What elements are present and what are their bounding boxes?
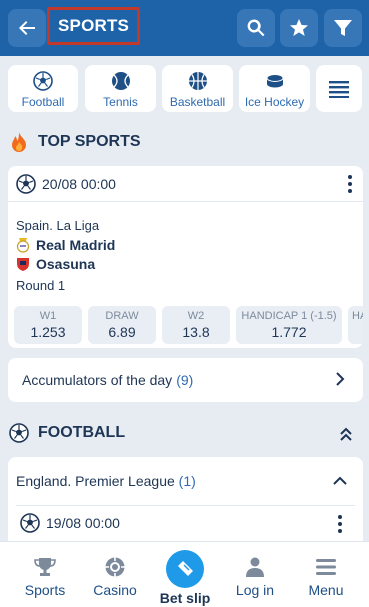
double-chevron-up-icon[interactable]: [339, 426, 353, 442]
all-sports-menu-button[interactable]: [316, 65, 362, 112]
user-icon: [246, 557, 264, 577]
page-title: SPORTS: [47, 7, 141, 45]
nav-label: Sports: [24, 582, 66, 598]
chevron-up-icon[interactable]: [333, 475, 347, 487]
odd-label: W2: [187, 310, 205, 322]
more-options-icon[interactable]: [347, 175, 353, 193]
tennis-icon: [111, 72, 130, 90]
league-row-count: (1): [178, 473, 196, 489]
tab-label: Ice Hockey: [244, 95, 305, 109]
casino-chip-icon: [105, 557, 125, 577]
star-icon: [290, 19, 308, 36]
football-heading: FOOTBALL: [8, 422, 125, 444]
nav-menu[interactable]: Menu: [300, 542, 352, 607]
chevron-right-icon: [336, 372, 345, 386]
odd-label: W1: [39, 310, 57, 322]
fire-icon: [8, 131, 30, 153]
nav-log-in[interactable]: Log in: [230, 542, 280, 607]
tab-football[interactable]: Football: [8, 65, 78, 112]
tab-tennis[interactable]: Tennis: [85, 65, 156, 112]
hamburger-menu-icon: [316, 559, 336, 575]
home-team: Real Madrid: [16, 237, 115, 253]
odd-label: HANDICAP 1 (-1.5): [241, 310, 337, 322]
football-icon: [16, 173, 36, 194]
more-options-icon[interactable]: [337, 515, 343, 533]
match-datetime: 19/08 00:00: [46, 515, 120, 531]
league-name: Spain. La Liga: [16, 218, 100, 233]
away-team: Osasuna: [16, 256, 95, 272]
arrow-left-icon: [19, 21, 35, 35]
search-button[interactable]: [237, 9, 275, 47]
odd-handicap[interactable]: HANDICAP 1 (-1.5) 1.772: [236, 306, 342, 344]
odd-w1[interactable]: W1 1.253: [14, 306, 82, 344]
odd-value: 1.253: [30, 324, 66, 340]
osasuna-crest-icon: [17, 258, 29, 271]
basketball-icon: [188, 72, 207, 90]
home-team-name: Real Madrid: [36, 237, 116, 253]
tab-label: Tennis: [103, 95, 138, 109]
ice-hockey-icon: [266, 74, 283, 88]
back-button[interactable]: [8, 9, 46, 47]
nav-sports[interactable]: Sports: [20, 542, 70, 607]
nav-label: Menu: [308, 582, 344, 598]
trophy-icon: [34, 558, 56, 576]
league-row-label: England. Premier League: [16, 473, 175, 489]
top-bar: SPORTS: [0, 0, 369, 56]
favorites-button[interactable]: [280, 9, 318, 47]
real-madrid-crest-icon: [16, 238, 30, 253]
match-header: 20/08 00:00: [8, 166, 363, 202]
bottom-navigation: Sports Casino Bet slip Log in Menu: [0, 541, 369, 607]
section-title-text: TOP SPORTS: [38, 133, 141, 150]
league-card: England. Premier League (1) 19/08 00:00: [8, 457, 363, 549]
odd-handicap-2[interactable]: HA: [348, 306, 363, 344]
accumulators-count: (9): [176, 372, 194, 388]
accumulators-label: Accumulators of the day: [22, 372, 173, 388]
tab-label: Basketball: [169, 95, 226, 109]
odd-draw[interactable]: DRAW 6.89: [88, 306, 156, 344]
football-icon: [8, 422, 30, 444]
tab-basketball[interactable]: Basketball: [162, 65, 233, 112]
odd-value: 6.89: [108, 324, 136, 340]
nav-label: Bet slip: [159, 590, 211, 606]
accumulators-of-the-day[interactable]: Accumulators of the day (9): [8, 358, 363, 402]
football-icon: [20, 513, 40, 533]
odd-label: DRAW: [105, 310, 139, 322]
list-icon: [329, 80, 349, 98]
match-card[interactable]: 20/08 00:00 Spain. La Liga Real Madrid O…: [8, 166, 363, 348]
section-title-text: FOOTBALL: [38, 424, 126, 441]
nav-label: Casino: [93, 582, 137, 598]
tab-label: Football: [21, 95, 65, 109]
football-icon: [33, 71, 53, 91]
filter-icon: [334, 20, 352, 36]
match-round: Round 1: [16, 278, 66, 293]
search-icon: [247, 19, 265, 37]
odd-value: 13.8: [182, 324, 210, 340]
ticket-icon: [178, 561, 193, 576]
match-header[interactable]: 19/08 00:00: [20, 513, 120, 533]
tab-ice-hockey[interactable]: Ice Hockey: [239, 65, 310, 112]
league-row[interactable]: England. Premier League (1): [16, 473, 196, 489]
nav-bet-slip[interactable]: Bet slip: [155, 542, 215, 607]
bet-slip-bubble: [166, 550, 204, 588]
odd-value: 1.772: [271, 324, 307, 340]
odds-row: W1 1.253 DRAW 6.89 W2 13.8 HANDICAP 1 (-…: [14, 306, 363, 344]
odd-label: HA: [352, 310, 363, 322]
top-sports-heading: TOP SPORTS: [8, 131, 141, 153]
filter-button[interactable]: [324, 9, 362, 47]
nav-casino[interactable]: Casino: [89, 542, 141, 607]
nav-label: Log in: [235, 582, 275, 598]
divider: [16, 505, 355, 506]
match-datetime: 20/08 00:00: [42, 175, 116, 192]
away-team-name: Osasuna: [36, 256, 96, 272]
odd-w2[interactable]: W2 13.8: [162, 306, 230, 344]
